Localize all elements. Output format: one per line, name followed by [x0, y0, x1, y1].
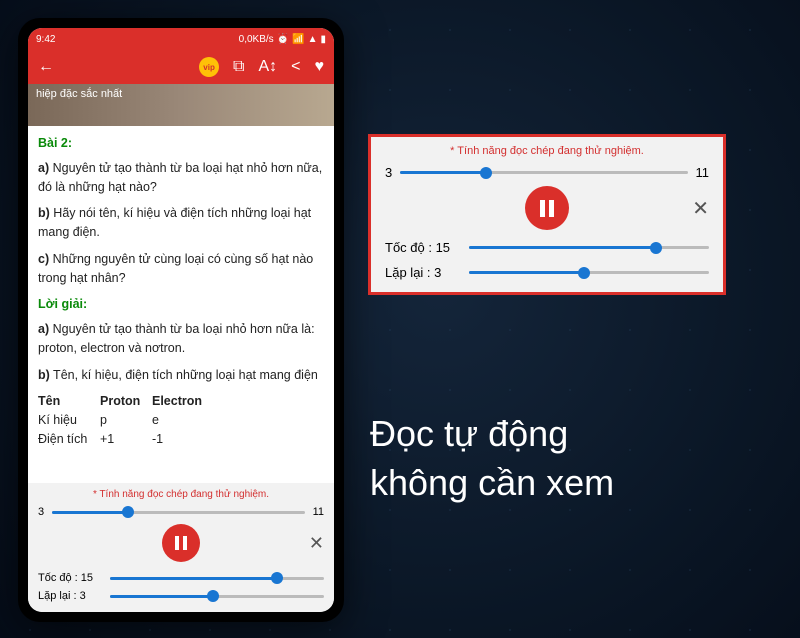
pause-button[interactable]	[162, 524, 200, 562]
question-c: c) Những nguyên tử cùng loại có cùng số …	[38, 250, 324, 288]
lesson-content[interactable]: Bài 2: a) Nguyên tử tạo thành từ ba loại…	[28, 126, 334, 483]
callout-pause-icon	[540, 200, 554, 217]
share-icon[interactable]: <	[291, 58, 300, 76]
callout-start: 3	[385, 165, 392, 180]
progress-slider[interactable]	[52, 511, 304, 514]
progress-row: 3 11	[38, 506, 324, 518]
audio-player: * Tính năng đọc chép đang thử nghiệm. 3 …	[28, 483, 334, 612]
speed-row: Tốc độ : 15	[38, 572, 324, 584]
solution-heading: Lời giải:	[38, 295, 324, 314]
repeat-label: Lặp lại : 3	[38, 590, 110, 602]
app-toolbar: ← vip ⧉ A↕ < ♥	[28, 50, 334, 84]
progress-end: 11	[313, 506, 324, 518]
status-time: 9:42	[36, 34, 55, 45]
callout-repeat-row: Lặp lại : 3	[385, 265, 709, 280]
feature-headline: Đọc tự động không cần xem	[370, 410, 614, 507]
status-icons: 0,0KB/s ⏰ 📶 ▲ ▮	[239, 34, 326, 45]
answer-a: a) Nguyên tử tạo thành từ ba loại nhỏ hơ…	[38, 320, 324, 358]
player-controls: ✕	[38, 524, 324, 562]
copy-icon[interactable]: ⧉	[233, 58, 244, 76]
callout-speed-slider[interactable]	[469, 246, 709, 249]
heart-icon[interactable]: ♥	[315, 58, 325, 76]
banner-text: hiệp đặc sắc nhất	[36, 88, 122, 100]
experimental-note: * Tính năng đọc chép đang thử nghiệm.	[38, 489, 324, 500]
callout-progress-row: 3 11	[385, 165, 709, 180]
repeat-slider[interactable]	[110, 595, 324, 598]
progress-start: 3	[38, 506, 44, 518]
pause-icon	[175, 536, 187, 550]
font-size-icon[interactable]: A↕	[258, 58, 277, 76]
hero-banner: hiệp đặc sắc nhất	[28, 84, 334, 126]
alarm-icon: ⏰	[277, 34, 289, 45]
callout-note: * Tính năng đọc chép đang thử nghiệm.	[385, 145, 709, 157]
question-b: b) Hãy nói tên, kí hiệu và điện tích nhữ…	[38, 204, 324, 242]
wifi-icon: ▲	[308, 34, 318, 45]
callout-repeat-label: Lặp lại : 3	[385, 265, 469, 280]
back-icon[interactable]: ←	[38, 58, 54, 76]
callout-player: * Tính năng đọc chép đang thử nghiệm. 3 …	[368, 134, 726, 295]
lesson-title: Bài 2:	[38, 134, 324, 153]
phone-screen: 9:42 0,0KB/s ⏰ 📶 ▲ ▮ ← vip ⧉ A↕ < ♥ hiệp…	[28, 28, 334, 612]
headline-line-1: Đọc tự động	[370, 410, 614, 459]
phone-frame: 9:42 0,0KB/s ⏰ 📶 ▲ ▮ ← vip ⧉ A↕ < ♥ hiệp…	[18, 18, 344, 622]
vip-badge[interactable]: vip	[199, 57, 219, 77]
speed-label: Tốc độ : 15	[38, 572, 110, 584]
particle-table: TênProtonElectron Kí hiệupe Điện tích+1-…	[38, 392, 324, 448]
headline-line-2: không cần xem	[370, 459, 614, 508]
callout-speed-row: Tốc độ : 15	[385, 240, 709, 255]
callout-speed-label: Tốc độ : 15	[385, 240, 469, 255]
callout-repeat-slider[interactable]	[469, 271, 709, 274]
battery-icon: ▮	[320, 34, 326, 45]
speed-slider[interactable]	[110, 577, 324, 580]
callout-pause-button[interactable]	[525, 186, 569, 230]
repeat-row: Lặp lại : 3	[38, 590, 324, 602]
callout-progress-slider[interactable]	[400, 171, 687, 174]
net-speed: 0,0KB/s	[239, 34, 274, 45]
close-icon[interactable]: ✕	[309, 533, 324, 554]
callout-close-icon[interactable]: ✕	[692, 196, 709, 221]
signal-icon: 📶	[292, 34, 304, 45]
answer-b: b) Tên, kí hiệu, điện tích những loại hạ…	[38, 366, 324, 385]
callout-end: 11	[696, 165, 710, 180]
status-bar: 9:42 0,0KB/s ⏰ 📶 ▲ ▮	[28, 28, 334, 50]
callout-controls: ✕	[385, 186, 709, 230]
question-a: a) Nguyên tử tạo thành từ ba loại hạt nh…	[38, 159, 324, 197]
